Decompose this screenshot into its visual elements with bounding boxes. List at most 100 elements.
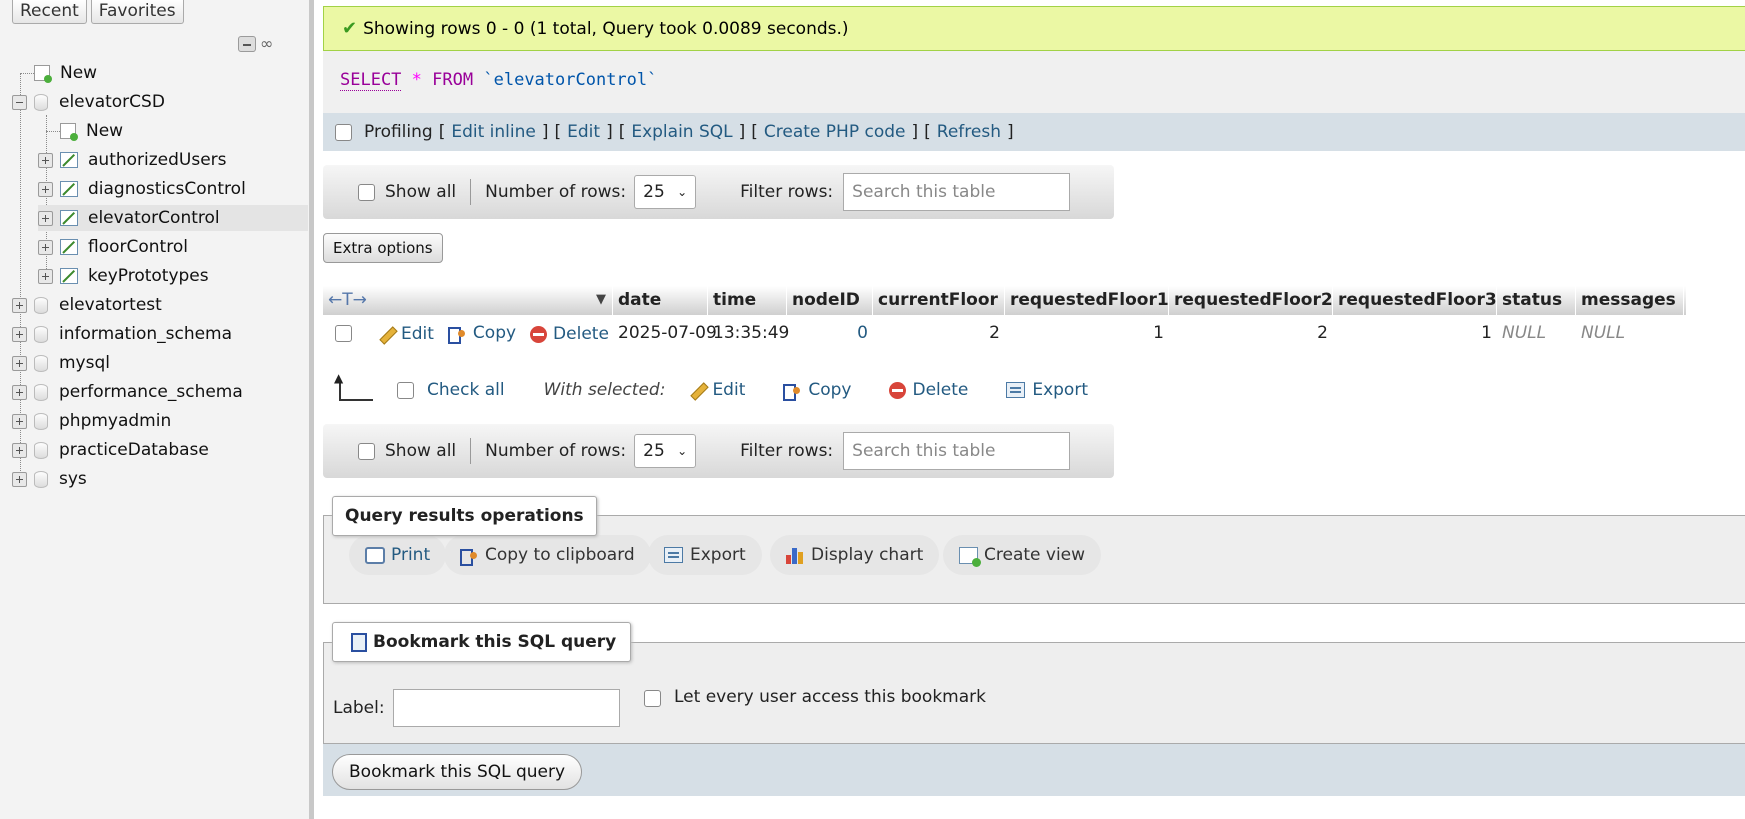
check-all-link[interactable]: Check all (427, 380, 505, 400)
tree-item-sys[interactable]: sys (12, 466, 308, 492)
bulk-edit-link[interactable]: Edit (689, 380, 745, 400)
column-header-messages[interactable]: messages (1576, 286, 1684, 315)
tree-item-practicedatabase[interactable]: practiceDatabase (12, 437, 308, 463)
with-selected-label: With selected: (543, 380, 666, 400)
expand-icon[interactable] (38, 210, 53, 226)
display-chart-button[interactable]: Display chart (770, 535, 940, 575)
tree-item-keyprototypes[interactable]: keyPrototypes (38, 263, 308, 289)
tree-item-label[interactable]: sys (59, 469, 87, 489)
recent-tab[interactable]: Recent (12, 0, 87, 24)
rows-per-page-select[interactable]: 25 ⌄ (634, 175, 697, 209)
filter-rows-input-bottom[interactable] (843, 432, 1071, 470)
bulk-copy-link[interactable]: Copy (783, 380, 851, 401)
profiling-checkbox[interactable] (335, 123, 352, 141)
tree-item-label[interactable]: diagnosticsControl (88, 179, 246, 199)
profiling-link-refresh[interactable]: Refresh (937, 122, 1001, 142)
database-icon (34, 296, 48, 314)
row-copy-label: Copy (472, 323, 517, 343)
expand-icon[interactable] (12, 355, 27, 371)
column-header-requestedfloor3[interactable]: requestedFloor3 (1333, 286, 1497, 315)
tree-item-label[interactable]: information_schema (59, 324, 232, 344)
expand-icon[interactable] (38, 268, 53, 284)
favorites-tab[interactable]: Favorites (90, 0, 184, 24)
tree-item-label[interactable]: authorizedUsers (88, 150, 227, 170)
sql-keyword-select[interactable]: SELECT (340, 70, 402, 91)
profiling-bar: Profiling [Edit inline][Edit][Explain SQ… (323, 113, 1745, 151)
collapse-icon[interactable] (12, 94, 27, 110)
collapse-all-icon[interactable] (238, 36, 256, 52)
expand-icon[interactable] (12, 297, 27, 313)
column-header-status[interactable]: status (1497, 286, 1576, 315)
tree-item-label[interactable]: floorControl (88, 237, 188, 257)
expand-icon[interactable] (12, 326, 27, 342)
expand-icon[interactable] (12, 384, 27, 400)
rows-per-page-select-bottom[interactable]: 25 ⌄ (634, 434, 697, 468)
bulk-export-link[interactable]: Export (1006, 380, 1088, 400)
expand-icon[interactable] (12, 442, 27, 458)
cell-nodeid[interactable]: 0 (787, 316, 873, 350)
filter-label-bottom: Filter rows: (740, 441, 834, 461)
tree-item-authorizedusers[interactable]: authorizedUsers (38, 147, 308, 173)
tree-item-phpmyadmin[interactable]: phpmyadmin (12, 408, 308, 434)
profiling-link-edit[interactable]: Edit (567, 122, 600, 142)
tree-item-new[interactable]: New (38, 118, 308, 144)
copy-to-clipboard-button[interactable]: Copy to clipboard (444, 535, 651, 575)
create-view-button[interactable]: Create view (943, 535, 1102, 575)
expand-icon[interactable] (38, 152, 53, 168)
pencil-icon (689, 382, 706, 399)
tree-item-label[interactable]: elevatorControl (88, 208, 220, 228)
bracket: ] (541, 122, 549, 142)
profiling-link-create-php-code[interactable]: Create PHP code (764, 122, 906, 142)
column-header-date[interactable]: date (613, 286, 708, 315)
tree-item-label[interactable]: phpmyadmin (59, 411, 171, 431)
tree-item-elevatortest[interactable]: elevatortest (12, 292, 308, 318)
row-delete-link[interactable]: Delete (530, 317, 609, 351)
column-header-requestedfloor1[interactable]: requestedFloor1 (1005, 286, 1169, 315)
column-header-nodeid[interactable]: nodeID (787, 286, 873, 315)
tree-item-information-schema[interactable]: information_schema (12, 321, 308, 347)
row-copy-link[interactable]: Copy (447, 316, 517, 350)
tree-item-mysql[interactable]: mysql (12, 350, 308, 376)
tree-item-label[interactable]: New (60, 63, 97, 83)
tree-item-performance-schema[interactable]: performance_schema (12, 379, 308, 405)
tree-item-elevatorcontrol[interactable]: elevatorControl (38, 205, 308, 231)
extra-options-button[interactable]: Extra options (323, 233, 443, 263)
bookmark-submit-button[interactable]: Bookmark this SQL query (332, 754, 583, 790)
bookmark-label-input[interactable] (393, 689, 620, 727)
column-header-currentfloor[interactable]: currentFloor (873, 286, 1005, 315)
column-header-time[interactable]: time (708, 286, 787, 315)
profiling-link-explain-sql[interactable]: Explain SQL (631, 122, 732, 142)
expand-icon[interactable] (12, 413, 27, 429)
tree-item-label[interactable]: elevatorCSD (59, 92, 165, 112)
row-checkbox[interactable] (335, 324, 352, 342)
row-edit-link[interactable]: Edit (378, 317, 434, 351)
expand-icon[interactable] (12, 471, 27, 487)
column-header-requestedfloor2[interactable]: requestedFloor2 (1169, 286, 1333, 315)
export-button[interactable]: Export (648, 535, 762, 575)
tree-item-elevatorcsd[interactable]: elevatorCSD (12, 89, 308, 115)
print-button[interactable]: Print (349, 535, 447, 575)
create-view-icon (959, 546, 981, 567)
column-arrows[interactable]: ←T→ ▼ (323, 286, 613, 315)
bulk-delete-link[interactable]: Delete (889, 380, 968, 400)
tree-item-new[interactable]: New (12, 60, 308, 86)
tree-item-label[interactable]: elevatortest (59, 295, 162, 315)
profiling-link-edit-inline[interactable]: Edit inline (451, 122, 536, 142)
show-all-checkbox[interactable] (358, 183, 375, 201)
tree-item-label[interactable]: mysql (59, 353, 110, 373)
tree-item-floorcontrol[interactable]: floorControl (38, 234, 308, 260)
tree-item-diagnosticscontrol[interactable]: diagnosticsControl (38, 176, 308, 202)
link-icon[interactable]: ∞ (260, 36, 273, 52)
expand-icon[interactable] (38, 181, 53, 197)
rows-label-bottom: Number of rows: (485, 441, 627, 461)
sort-triangle-icon[interactable]: ▼ (596, 286, 606, 314)
show-all-checkbox-bottom[interactable] (358, 442, 375, 460)
tree-item-label[interactable]: New (86, 121, 123, 141)
check-all-checkbox[interactable] (397, 381, 414, 399)
tree-item-label[interactable]: performance_schema (59, 382, 243, 402)
expand-icon[interactable] (38, 239, 53, 255)
share-bookmark-checkbox[interactable] (644, 690, 661, 707)
tree-item-label[interactable]: practiceDatabase (59, 440, 209, 460)
filter-rows-input[interactable] (843, 173, 1071, 211)
tree-item-label[interactable]: keyPrototypes (88, 266, 209, 286)
